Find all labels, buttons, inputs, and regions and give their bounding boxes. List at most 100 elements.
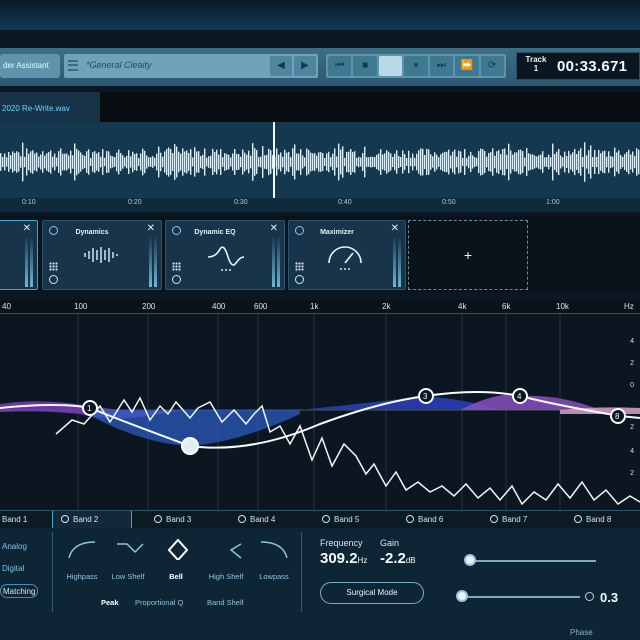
db-tick: 4	[630, 338, 634, 345]
mode-matching[interactable]: Matching	[0, 584, 38, 598]
tab-band-4[interactable]: Band 4	[238, 511, 275, 529]
eq-node-2[interactable]	[181, 437, 199, 455]
band-power-icon[interactable]	[406, 515, 414, 523]
high-shelf-icon[interactable]	[213, 538, 243, 560]
module-eq[interactable]: ✕	[0, 220, 38, 290]
highpass-label[interactable]: Highpass	[59, 572, 105, 581]
waveform-bar	[86, 151, 88, 173]
module-dynamics[interactable]: Dynamics ✕	[42, 220, 162, 290]
settings-icon[interactable]	[172, 275, 181, 284]
file-tab-bar	[100, 92, 640, 122]
rewind-icon[interactable]: ⏮	[328, 56, 352, 76]
settings-icon[interactable]	[295, 275, 304, 284]
tab-band-3[interactable]: Band 3	[154, 511, 191, 529]
proportional-q-option[interactable]: Proportional Q	[135, 598, 183, 607]
q-value[interactable]: 0.3	[600, 590, 618, 605]
band-power-icon[interactable]	[322, 515, 330, 523]
phase-icon[interactable]	[585, 592, 594, 601]
bell-label[interactable]: Bell	[153, 572, 199, 581]
q-slider-track[interactable]	[466, 560, 596, 562]
waveform-bar	[500, 154, 502, 170]
mode-digital[interactable]: Digital	[0, 562, 24, 576]
close-icon[interactable]: ✕	[23, 223, 31, 234]
add-module-button[interactable]: +	[408, 220, 528, 290]
stop-icon[interactable]: ■	[353, 56, 377, 76]
assistant-button[interactable]: der Assistant	[0, 54, 60, 78]
tab-band-5[interactable]: Band 5	[322, 511, 359, 529]
tab-band-6[interactable]: Band 6	[406, 511, 443, 529]
lowpass-icon[interactable]	[259, 538, 289, 560]
band-power-icon[interactable]	[61, 515, 69, 523]
grid-icon[interactable]	[49, 262, 58, 271]
timeline-ruler[interactable]: 0:10 0:20 0:30 0:40 0:50 1:00	[0, 198, 640, 212]
waveform-bar	[598, 149, 600, 175]
play-icon[interactable]	[378, 56, 403, 76]
file-tab[interactable]: 2020 Re-Write.wav	[0, 92, 100, 122]
close-icon[interactable]: ✕	[147, 223, 155, 234]
waveform-bar	[10, 155, 12, 169]
waveform-bar	[360, 157, 362, 167]
frequency-value[interactable]: 309.2Hz	[320, 550, 367, 567]
next-preset-button[interactable]: ▶	[294, 56, 316, 76]
waveform-bar	[328, 151, 330, 173]
waveform-bar	[380, 149, 382, 175]
pause-icon[interactable]: ⏸	[404, 56, 428, 76]
gain-value[interactable]: -2.2dB	[380, 550, 416, 567]
phase-slider-track[interactable]	[460, 596, 580, 598]
surgical-mode-button[interactable]: Surgical Mode	[320, 582, 424, 604]
preset-selector[interactable]: *General Cleaity ◀ ▶	[64, 54, 318, 78]
grid-icon[interactable]	[295, 262, 304, 271]
waveform-bar	[158, 146, 160, 178]
band-power-icon[interactable]	[238, 515, 246, 523]
waveform-bar	[468, 155, 470, 169]
list-icon[interactable]	[68, 60, 78, 71]
band-power-icon[interactable]	[154, 515, 162, 523]
waveform-bar	[288, 151, 290, 173]
waveform-display[interactable]	[0, 122, 640, 202]
lowpass-label[interactable]: Lowpass	[251, 572, 297, 581]
tab-band-1[interactable]: Band 1	[2, 511, 27, 529]
waveform-bar	[612, 156, 614, 168]
module-dynamic-eq[interactable]: Dynamic EQ ✕	[165, 220, 285, 290]
waveform-bar	[370, 156, 372, 168]
q-slider-knob[interactable]	[464, 554, 476, 566]
waveform-bar	[478, 150, 480, 174]
filter-shape-panel: Highpass Low Shelf Bell High Shelf Lowpa…	[52, 532, 302, 612]
low-shelf-icon[interactable]	[115, 538, 145, 560]
tab-band-2[interactable]: Band 2	[52, 511, 132, 529]
waveform-bar	[516, 152, 518, 172]
tab-band-7[interactable]: Band 7	[490, 511, 527, 529]
bell-icon[interactable]	[163, 538, 193, 560]
highpass-icon[interactable]	[67, 538, 97, 560]
eq-graph[interactable]: 1 3 4 8 4 2 0 2 4 2	[0, 314, 640, 510]
waveform-bar	[426, 148, 428, 176]
grid-icon[interactable]	[172, 262, 181, 271]
close-icon[interactable]: ✕	[270, 223, 278, 234]
prev-preset-button[interactable]: ◀	[270, 56, 292, 76]
loop-icon[interactable]: ⟳	[480, 56, 504, 76]
skip-icon[interactable]: ⏭	[429, 56, 454, 76]
waveform-bar	[250, 155, 252, 169]
waveform-bar	[24, 156, 26, 168]
close-icon[interactable]: ✕	[391, 223, 399, 234]
mode-analog[interactable]: Analog	[0, 540, 27, 554]
band-power-icon[interactable]	[574, 515, 582, 523]
waveform-bar	[188, 152, 190, 172]
waveform-bar	[458, 150, 460, 174]
waveform-bar	[618, 150, 620, 174]
waveform-bar	[106, 150, 108, 174]
waveform-bar	[144, 150, 146, 174]
high-shelf-label[interactable]: High Shelf	[203, 572, 249, 581]
module-maximizer[interactable]: Maximizer ✕	[288, 220, 406, 290]
waveform-bar	[50, 150, 52, 174]
peak-option[interactable]: Peak	[101, 598, 119, 607]
waveform-bar	[636, 148, 638, 176]
low-shelf-label[interactable]: Low Shelf	[105, 572, 151, 581]
tab-band-8[interactable]: Band 8	[574, 511, 611, 529]
settings-icon[interactable]	[49, 275, 58, 284]
band-shelf-option[interactable]: Band Shelf	[207, 598, 244, 607]
phase-slider-knob[interactable]	[456, 590, 468, 602]
band-power-icon[interactable]	[490, 515, 498, 523]
forward-icon[interactable]: ⏩	[455, 56, 479, 76]
waveform-bar	[34, 153, 36, 171]
